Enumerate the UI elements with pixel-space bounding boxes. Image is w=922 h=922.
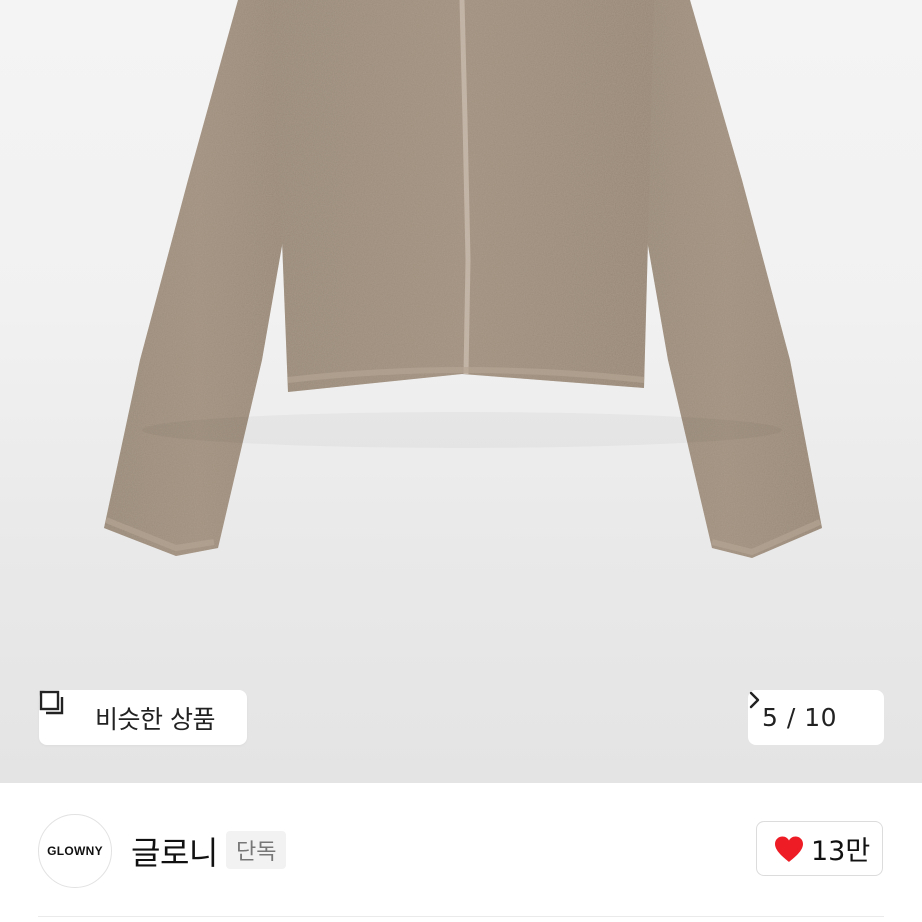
product-image[interactable]: 비슷한 상품 5 / 10 <box>0 0 922 783</box>
cardigan-photo <box>104 0 822 558</box>
divider <box>38 916 884 917</box>
heart-icon <box>773 835 805 863</box>
chevron-right-icon <box>749 691 867 728</box>
stack-icon <box>39 690 83 731</box>
brand-row: GLOWNY 글로니 단독 13만 <box>0 783 922 922</box>
exclusive-badge: 단독 <box>226 831 287 869</box>
like-button[interactable]: 13만 <box>756 821 883 876</box>
image-counter-button[interactable]: 5 / 10 <box>748 690 884 745</box>
right-sleeve <box>630 0 822 558</box>
like-count: 13만 <box>811 836 871 867</box>
similar-products-button[interactable]: 비슷한 상품 <box>39 690 247 745</box>
left-sleeve <box>104 0 292 556</box>
image-counter: 5 / 10 <box>762 703 838 732</box>
brand-logo-text: GLOWNY <box>47 844 103 858</box>
brand-name[interactable]: 글로니 <box>131 828 218 874</box>
similar-products-label: 비슷한 상품 <box>95 704 215 734</box>
brand-logo[interactable]: GLOWNY <box>38 814 112 888</box>
